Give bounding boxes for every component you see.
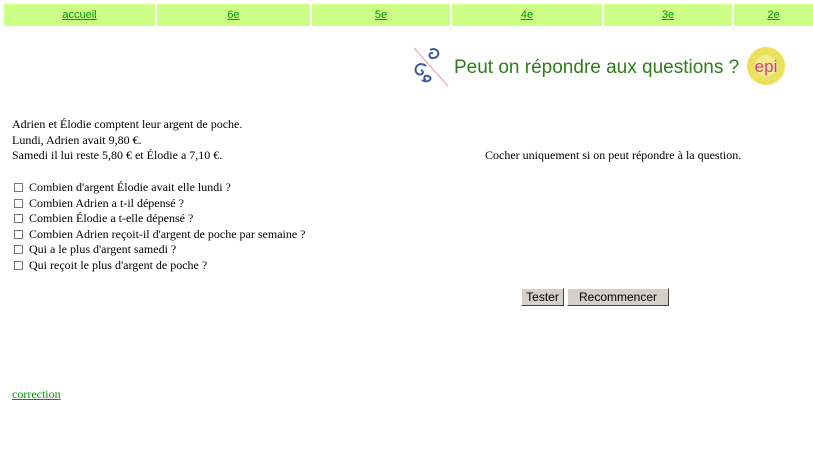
swirl-icon: [408, 44, 450, 93]
page-title: Peut on répondre aux questions ?: [454, 57, 740, 78]
nav-link-4e[interactable]: 4e: [521, 9, 533, 21]
nav-cell-6e: 6e: [157, 4, 312, 26]
question-label: Qui reçoit le plus d'argent de poche ?: [29, 257, 208, 272]
correction-link[interactable]: correction: [12, 387, 61, 401]
question-item: Combien Adrien reçoit-il d'argent de poc…: [14, 227, 306, 243]
question-checkbox[interactable]: [14, 260, 23, 270]
nav-link-5e[interactable]: 5e: [375, 9, 387, 21]
question-label: Combien Adrien reçoit-il d'argent de poc…: [29, 226, 306, 241]
nav-link-3e[interactable]: 3e: [662, 9, 674, 21]
epi-logo-text: epi: [755, 57, 778, 76]
question-label: Qui a le plus d'argent samedi ?: [29, 242, 177, 257]
question-checkbox[interactable]: [14, 198, 23, 208]
action-buttons: Tester Recommencer: [521, 288, 669, 306]
nav-cell-accueil: accueil: [4, 4, 157, 26]
nav-cell-5e: 5e: [312, 4, 452, 26]
problem-line: Samedi il lui reste 5,80 € et Élodie a 7…: [12, 148, 223, 162]
nav-cell-4e: 4e: [452, 4, 604, 26]
question-label: Combien Adrien a t-il dépensé ?: [29, 195, 184, 210]
nav-link-6e[interactable]: 6e: [227, 9, 239, 21]
instruction-text: Cocher uniquement si on peut répondre à …: [485, 148, 742, 162]
question-checkbox[interactable]: [14, 183, 23, 193]
question-item: Combien Élodie a t-elle dépensé ?: [14, 211, 306, 227]
correction-link-container: correction: [12, 387, 61, 402]
problem-statement: Adrien et Élodie comptent leur argent de…: [12, 117, 242, 164]
question-label: Combien d'argent Élodie avait elle lundi…: [29, 180, 231, 195]
nav-link-accueil[interactable]: accueil: [62, 9, 96, 21]
question-label: Combien Élodie a t-elle dépensé ?: [29, 211, 194, 226]
question-item: Qui a le plus d'argent samedi ?: [14, 242, 306, 258]
question-item: Qui reçoit le plus d'argent de poche ?: [14, 258, 306, 274]
problem-line: Lundi, Adrien avait 9,80 €.: [12, 132, 142, 147]
epi-logo: epi: [745, 45, 787, 92]
question-list: Combien d'argent Élodie avait elle lundi…: [14, 180, 306, 273]
question-item: Combien d'argent Élodie avait elle lundi…: [14, 180, 306, 196]
problem-line: Adrien et Élodie comptent leur argent de…: [12, 117, 243, 131]
nav-cell-3e: 3e: [604, 4, 734, 26]
top-nav: accueil 6e 5e 4e 3e 2e: [4, 4, 813, 26]
nav-cell-2e: 2e: [734, 4, 813, 26]
reset-button[interactable]: Recommencer: [567, 288, 669, 306]
test-button[interactable]: Tester: [521, 288, 564, 306]
question-item: Combien Adrien a t-il dépensé ?: [14, 196, 306, 212]
question-checkbox[interactable]: [14, 214, 23, 224]
nav-link-2e[interactable]: 2e: [767, 9, 779, 21]
page-banner: Peut on répondre aux questions ? epi: [408, 44, 787, 92]
question-checkbox[interactable]: [14, 229, 23, 239]
question-checkbox[interactable]: [14, 245, 23, 255]
